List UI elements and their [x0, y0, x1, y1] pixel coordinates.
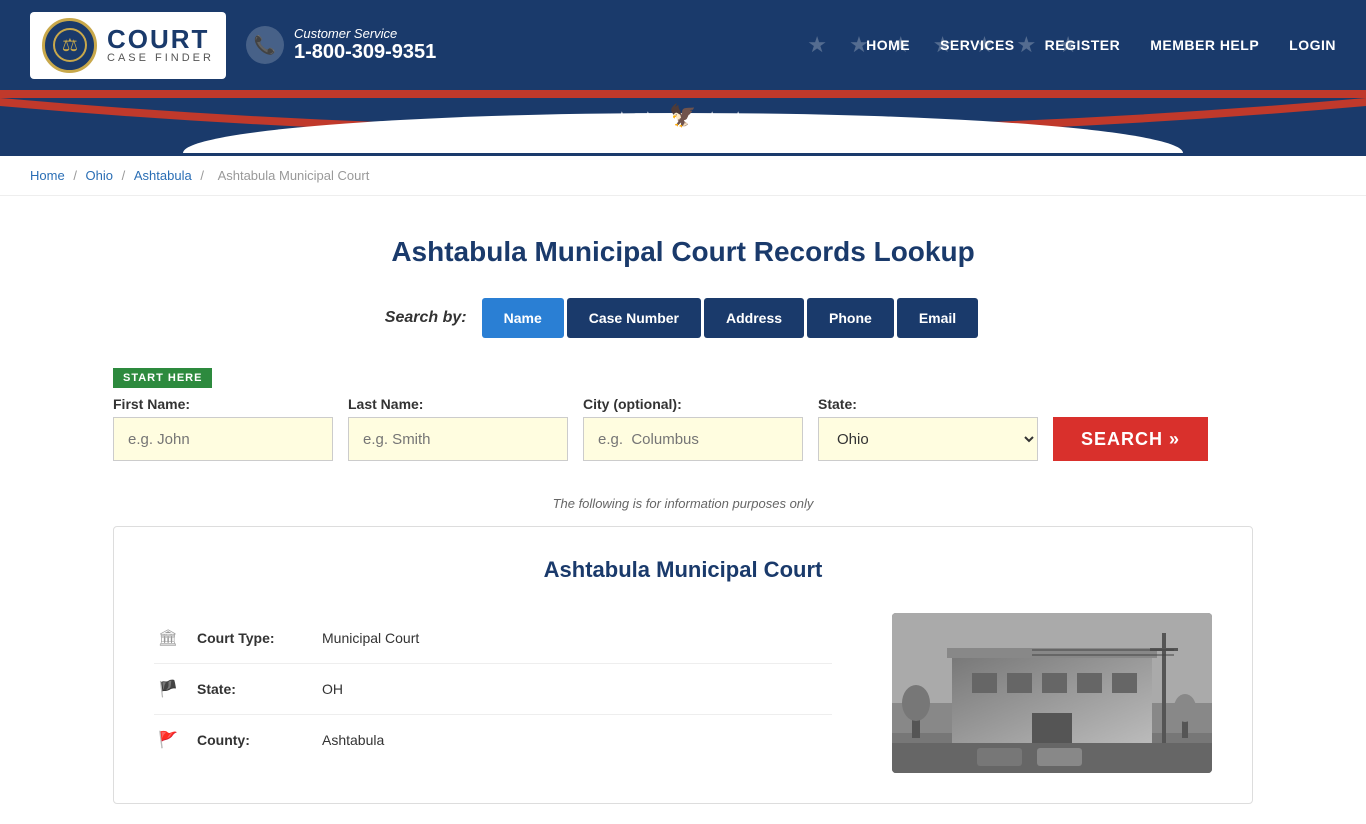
- court-info-box: Ashtabula Municipal Court 🏛 Court Type: …: [113, 526, 1253, 804]
- court-county-value: Ashtabula: [322, 732, 384, 748]
- court-county-row: 🚩 County: Ashtabula: [154, 715, 832, 765]
- first-name-group: First Name:: [113, 396, 333, 461]
- eagle-banner: ★ ★ 🦅 ★ ★: [616, 103, 749, 129]
- cs-label: Customer Service: [294, 26, 436, 41]
- court-type-row: 🏛 Court Type: Municipal Court: [154, 613, 832, 664]
- page-title: Ashtabula Municipal Court Records Lookup: [113, 236, 1253, 268]
- court-state-label: State:: [197, 681, 307, 697]
- breadcrumb-ohio[interactable]: Ohio: [86, 168, 113, 183]
- court-type-label: Court Type:: [197, 630, 307, 646]
- phone-icon: 📞: [246, 26, 284, 64]
- court-image: [892, 613, 1212, 773]
- court-state-icon: 🏴: [154, 679, 182, 699]
- search-by-label: Search by:: [385, 309, 467, 327]
- logo-emblem: ⚖: [42, 18, 97, 73]
- breadcrumb: Home / Ohio / Ashtabula / Ashtabula Muni…: [0, 156, 1366, 196]
- court-info-title: Ashtabula Municipal Court: [154, 557, 1212, 583]
- city-input[interactable]: [583, 417, 803, 461]
- start-here-badge: START HERE: [113, 368, 212, 388]
- court-details-left: 🏛 Court Type: Municipal Court 🏴 State: O…: [154, 613, 832, 773]
- red-strip: [0, 90, 1366, 98]
- cs-phone: 1-800-309-9351: [294, 41, 436, 64]
- state-select[interactable]: Ohio Alabama Alaska Arizona California F…: [818, 417, 1038, 461]
- tab-case-number[interactable]: Case Number: [567, 298, 701, 338]
- first-name-label: First Name:: [113, 396, 333, 412]
- court-type-icon: 🏛: [154, 628, 182, 648]
- logo[interactable]: ⚖ COURT CASE FINDER: [30, 12, 226, 79]
- breadcrumb-sep-1: /: [73, 168, 80, 183]
- last-name-label: Last Name:: [348, 396, 568, 412]
- first-name-input[interactable]: [113, 417, 333, 461]
- search-tabs-row: Search by: Name Case Number Address Phon…: [113, 298, 1253, 338]
- court-county-icon: 🚩: [154, 730, 182, 750]
- court-state-value: OH: [322, 681, 343, 697]
- search-form: START HERE First Name: Last Name: City (…: [113, 358, 1253, 481]
- court-state-row: 🏴 State: OH: [154, 664, 832, 715]
- header-stars-decoration: ★ ★ ★ ★ ★ ★ ★: [807, 0, 1086, 90]
- stars-left: ★ ★: [616, 109, 659, 123]
- header-left: ⚖ COURT CASE FINDER 📞 Customer Service 1…: [30, 12, 436, 79]
- tab-email[interactable]: Email: [897, 298, 978, 338]
- court-building-svg: [892, 613, 1212, 773]
- site-header: ★ ★ ★ ★ ★ ★ ★ ⚖ COURT CASE FINDER 📞 Cust…: [0, 0, 1366, 90]
- stars-right: ★ ★: [707, 109, 750, 123]
- tab-address[interactable]: Address: [704, 298, 804, 338]
- cs-text: Customer Service 1-800-309-9351: [294, 26, 436, 64]
- nav-member-help[interactable]: MEMBER HELP: [1150, 37, 1259, 53]
- breadcrumb-sep-2: /: [122, 168, 129, 183]
- breadcrumb-ashtabula[interactable]: Ashtabula: [134, 168, 192, 183]
- logo-subtitle: CASE FINDER: [107, 52, 214, 64]
- logo-text: COURT CASE FINDER: [107, 26, 214, 64]
- tab-name[interactable]: Name: [482, 298, 564, 338]
- breadcrumb-sep-3: /: [200, 168, 207, 183]
- breadcrumb-home[interactable]: Home: [30, 168, 65, 183]
- court-type-value: Municipal Court: [322, 630, 419, 646]
- logo-title: COURT: [107, 26, 214, 52]
- eagle-icon: 🦅: [669, 103, 696, 129]
- last-name-group: Last Name:: [348, 396, 568, 461]
- court-details: 🏛 Court Type: Municipal Court 🏴 State: O…: [154, 613, 1212, 773]
- svg-text:⚖: ⚖: [61, 35, 77, 55]
- city-label: City (optional):: [583, 396, 803, 412]
- court-county-label: County:: [197, 732, 307, 748]
- last-name-input[interactable]: [348, 417, 568, 461]
- tab-phone[interactable]: Phone: [807, 298, 894, 338]
- info-note: The following is for information purpose…: [113, 496, 1253, 511]
- search-button[interactable]: SEARCH »: [1053, 417, 1208, 461]
- logo-emblem-svg: ⚖: [52, 27, 88, 63]
- state-group: State: Ohio Alabama Alaska Arizona Calif…: [818, 396, 1038, 461]
- state-label: State:: [818, 396, 1038, 412]
- city-group: City (optional):: [583, 396, 803, 461]
- form-fields-row: First Name: Last Name: City (optional): …: [113, 396, 1253, 461]
- main-content: Ashtabula Municipal Court Records Lookup…: [83, 196, 1283, 824]
- breadcrumb-current: Ashtabula Municipal Court: [218, 168, 370, 183]
- customer-service: 📞 Customer Service 1-800-309-9351: [246, 26, 436, 64]
- nav-login[interactable]: LOGIN: [1289, 37, 1336, 53]
